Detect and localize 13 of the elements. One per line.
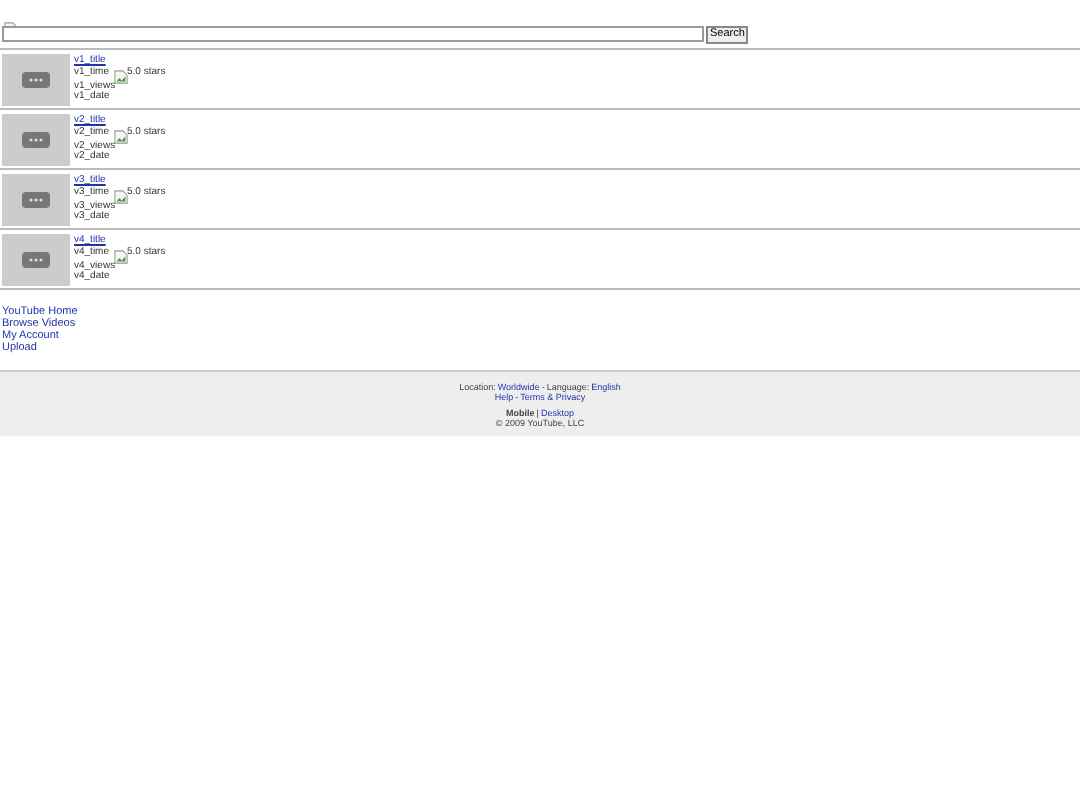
search-field[interactable] (2, 26, 704, 42)
video-thumbnail[interactable] (2, 114, 70, 166)
ellipsis-icon (22, 72, 50, 88)
ellipsis-icon (22, 252, 50, 268)
broken-image-icon (113, 129, 128, 143)
broken-image-icon (113, 249, 128, 263)
broken-image-icon (113, 69, 128, 83)
video-thumbnail[interactable] (2, 234, 70, 286)
broken-image-icon (113, 189, 128, 203)
video-thumbnail[interactable] (2, 54, 70, 106)
ellipsis-icon (22, 132, 50, 148)
ellipsis-icon (22, 192, 50, 208)
video-thumbnail[interactable] (2, 174, 70, 226)
